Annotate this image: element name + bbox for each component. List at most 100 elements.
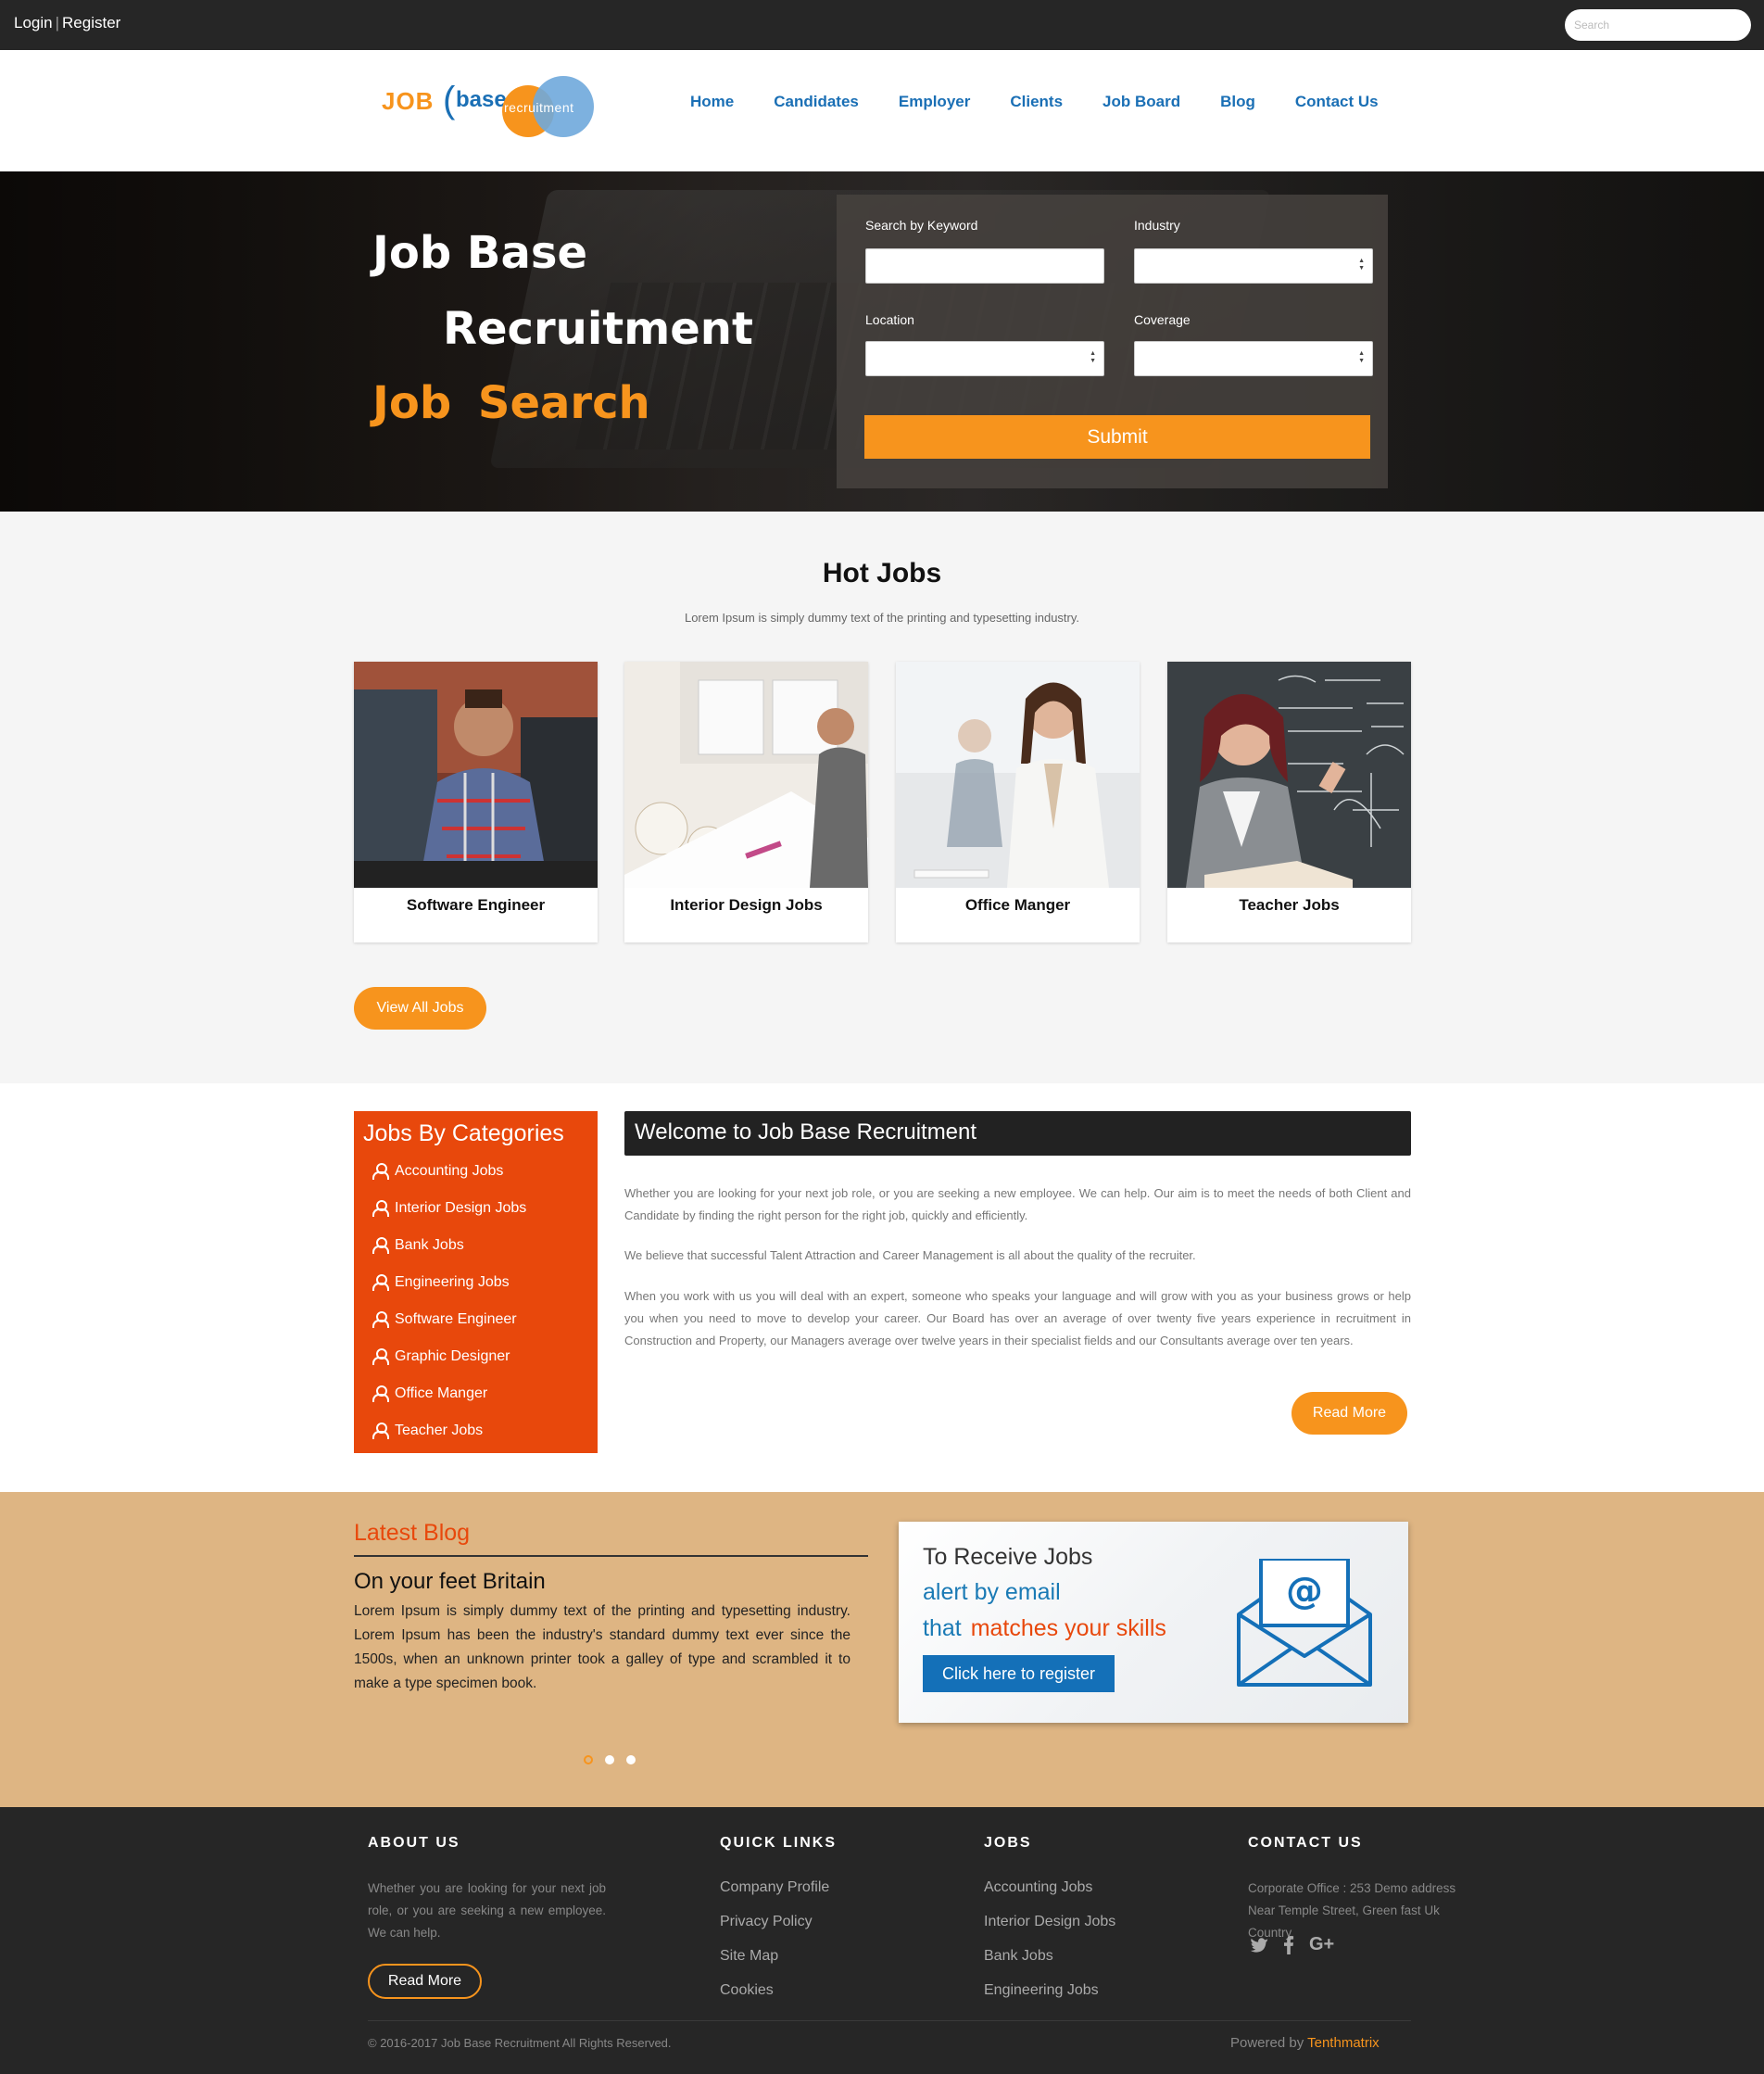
- carousel-dots: [584, 1755, 636, 1764]
- job-card-interior-design[interactable]: Interior Design Jobs: [624, 662, 868, 942]
- welcome-paragraph-3: When you work with us you will deal with…: [624, 1289, 1411, 1347]
- carousel-dot[interactable]: [584, 1755, 593, 1764]
- job-alert-promo: To Receive Jobs alert by email that match…: [899, 1522, 1408, 1723]
- submit-button[interactable]: Submit: [864, 415, 1370, 459]
- nav-job-board[interactable]: Job Board: [1102, 93, 1180, 111]
- footer-link[interactable]: Company Profile: [720, 1879, 829, 1914]
- keyword-input[interactable]: [865, 248, 1104, 284]
- location-select[interactable]: [865, 341, 1104, 376]
- footer-jobs-links: Accounting Jobs Interior Design Jobs Ban…: [984, 1879, 1115, 2017]
- user-icon: [372, 1348, 389, 1365]
- user-icon: [372, 1237, 389, 1254]
- jobs-by-categories-panel: Jobs By Categories Accounting Jobs Inter…: [354, 1111, 598, 1453]
- category-item[interactable]: Interior Design Jobs: [372, 1200, 526, 1237]
- job-card-caption: Interior Design Jobs: [670, 896, 823, 914]
- footer-about-text: Whether you are looking for your next jo…: [368, 1881, 606, 1940]
- user-icon: [372, 1163, 389, 1180]
- welcome-paragraph-1: Whether you are looking for your next jo…: [624, 1186, 1411, 1222]
- job-card-image: [896, 662, 1140, 888]
- top-bar: Login | Register: [0, 0, 1764, 50]
- coverage-select[interactable]: [1134, 341, 1373, 376]
- footer-link[interactable]: Interior Design Jobs: [984, 1914, 1115, 1948]
- powered-by-brand-link[interactable]: Tenthmatrix: [1307, 2035, 1380, 2051]
- hero-title-line2: Recruitment: [443, 303, 753, 355]
- footer-read-more-button[interactable]: Read More: [368, 1964, 482, 1999]
- hot-jobs-subtitle: Lorem Ipsum is simply dummy text of the …: [684, 611, 1080, 625]
- job-card-caption: Software Engineer: [406, 896, 546, 914]
- svg-text:@: @: [1286, 1570, 1323, 1612]
- user-icon: [372, 1385, 389, 1402]
- job-card-software-engineer[interactable]: Software Engineer: [354, 662, 598, 942]
- nav-home[interactable]: Home: [690, 93, 734, 111]
- nav-blog[interactable]: Blog: [1220, 93, 1255, 111]
- footer-link[interactable]: Cookies: [720, 1982, 829, 2017]
- blog-post-title[interactable]: On your feet Britain: [354, 1569, 546, 1595]
- user-icon: [372, 1423, 389, 1439]
- footer-quick-links: Company Profile Privacy Policy Site Map …: [720, 1879, 829, 2017]
- hot-jobs-title: Hot Jobs: [822, 558, 942, 588]
- industry-label: Industry: [1134, 218, 1180, 233]
- welcome-title: Welcome to Job Base Recruitment: [635, 1119, 977, 1144]
- divider: [354, 1555, 868, 1557]
- category-item[interactable]: Software Engineer: [372, 1311, 526, 1348]
- logo-recruitment-text: recruitment: [504, 100, 574, 115]
- keyword-label: Search by Keyword: [865, 218, 978, 233]
- carousel-dot[interactable]: [626, 1755, 636, 1764]
- footer-link[interactable]: Engineering Jobs: [984, 1982, 1115, 2017]
- google-plus-icon[interactable]: G+: [1309, 1934, 1334, 1955]
- category-item[interactable]: Accounting Jobs: [372, 1163, 526, 1200]
- hot-jobs-section: Hot Jobs Lorem Ipsum is simply dummy tex…: [0, 512, 1764, 1083]
- industry-select[interactable]: [1134, 248, 1373, 284]
- category-item[interactable]: Bank Jobs: [372, 1237, 526, 1274]
- hero-title-line1: Job Base: [372, 227, 588, 279]
- logo-job-text: JOB: [382, 87, 435, 115]
- footer-about-title: ABOUT US: [368, 1835, 460, 1851]
- powered-by: Powered by Tenthmatrix: [1230, 2035, 1380, 2051]
- job-card-office-manager[interactable]: Office Manger: [896, 662, 1140, 942]
- location-label: Location: [865, 312, 914, 327]
- auth-separator: |: [55, 14, 60, 32]
- footer-contact-title: CONTACT US: [1248, 1835, 1363, 1851]
- coverage-label: Coverage: [1134, 312, 1191, 327]
- nav-employer[interactable]: Employer: [899, 93, 970, 111]
- logo[interactable]: JOB ( base recruitment: [380, 67, 602, 137]
- footer-quick-links-title: QUICK LINKS: [720, 1835, 837, 1851]
- nav-contact-us[interactable]: Contact Us: [1295, 93, 1379, 111]
- user-icon: [372, 1200, 389, 1217]
- categories-list: Accounting Jobs Interior Design Jobs Ban…: [372, 1163, 526, 1460]
- footer-link[interactable]: Bank Jobs: [984, 1948, 1115, 1982]
- job-card-teacher[interactable]: Teacher Jobs: [1167, 662, 1411, 942]
- register-link[interactable]: Register: [62, 14, 120, 32]
- main-nav: Home Candidates Employer Clients Job Boa…: [690, 93, 1418, 111]
- latest-blog-title: Latest Blog: [354, 1520, 471, 1546]
- search-input[interactable]: [1565, 9, 1751, 41]
- footer-link[interactable]: Accounting Jobs: [984, 1879, 1115, 1914]
- carousel-dot[interactable]: [605, 1755, 614, 1764]
- blog-post-body: Lorem Ipsum is simply dummy text of the …: [354, 1603, 850, 1691]
- footer-link[interactable]: Site Map: [720, 1948, 829, 1982]
- email-envelope-icon: @: [1237, 1559, 1372, 1687]
- nav-candidates[interactable]: Candidates: [774, 93, 859, 111]
- register-alert-button[interactable]: Click here to register: [923, 1655, 1115, 1692]
- job-card-image: [354, 662, 598, 888]
- blog-band: [0, 1492, 1764, 1807]
- category-item[interactable]: Teacher Jobs: [372, 1423, 526, 1460]
- login-link[interactable]: Login: [14, 14, 53, 32]
- hero-title-line3: Job Search: [372, 377, 650, 429]
- category-item[interactable]: Engineering Jobs: [372, 1274, 526, 1311]
- job-card-caption: Teacher Jobs: [1239, 896, 1340, 914]
- facebook-icon[interactable]: [1283, 1935, 1294, 1954]
- auth-links: Login | Register: [14, 14, 120, 32]
- copyright-text: © 2016-2017 Job Base Recruitment All Rig…: [368, 2036, 672, 2050]
- footer-link[interactable]: Privacy Policy: [720, 1914, 829, 1948]
- hero-banner: Job Base Recruitment Job Search Search b…: [0, 171, 1764, 512]
- category-item[interactable]: Office Manger: [372, 1385, 526, 1423]
- user-icon: [372, 1311, 389, 1328]
- logo-base-text: base: [456, 87, 507, 112]
- nav-clients[interactable]: Clients: [1010, 93, 1063, 111]
- category-item[interactable]: Graphic Designer: [372, 1348, 526, 1385]
- view-all-jobs-button[interactable]: View All Jobs: [354, 987, 486, 1030]
- twitter-icon[interactable]: [1250, 1937, 1268, 1954]
- read-more-button[interactable]: Read More: [1292, 1392, 1407, 1435]
- logo-paren: (: [443, 80, 456, 120]
